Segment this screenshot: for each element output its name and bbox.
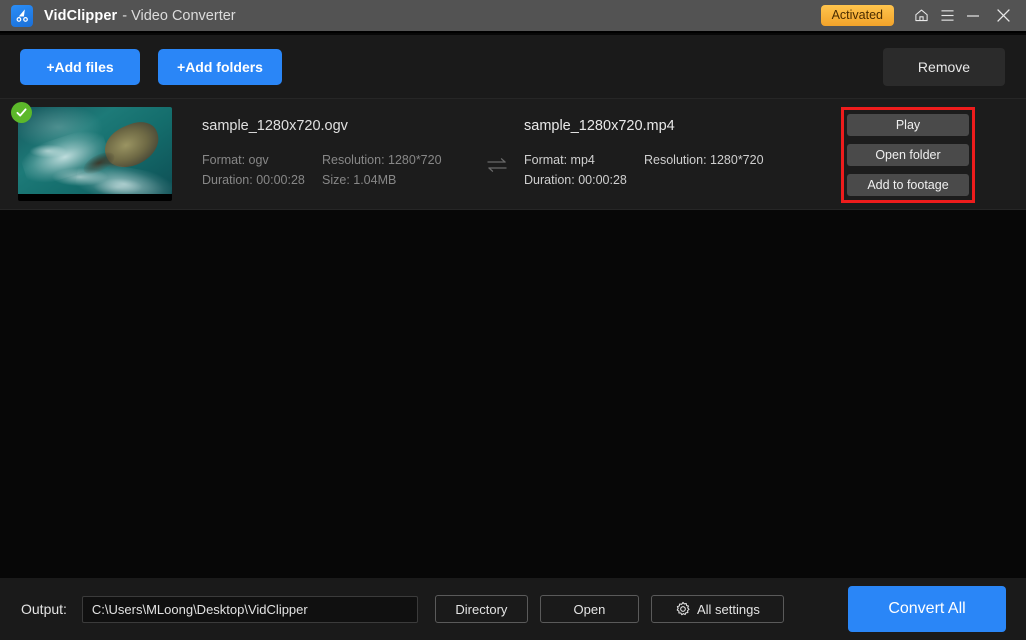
window-controls: Activated — [820, 0, 1026, 32]
add-to-footage-button[interactable]: Add to footage — [847, 174, 969, 196]
remove-button[interactable]: Remove — [883, 47, 1005, 86]
title-bar: VidClipper - Video Converter Activated — [0, 0, 1026, 33]
target-format: Format: mp4 — [524, 153, 595, 167]
output-path-input[interactable] — [81, 595, 418, 623]
minimize-icon[interactable] — [960, 0, 986, 32]
target-filename: sample_1280x720.mp4 — [524, 118, 675, 134]
check-circle-icon[interactable] — [11, 102, 32, 123]
close-icon[interactable] — [986, 0, 1020, 32]
target-resolution: Resolution: 1280*720 — [644, 153, 764, 167]
directory-button[interactable]: Directory — [434, 595, 528, 623]
source-filename: sample_1280x720.ogv — [202, 118, 348, 134]
source-meta-row-2: Duration: 00:00:28 Size: 1.04MB — [202, 170, 482, 190]
app-subtitle: - Video Converter — [122, 7, 236, 24]
source-meta-row-1: Format: ogv Resolution: 1280*720 — [202, 150, 482, 170]
gear-icon — [675, 601, 691, 617]
vidclipper-logo-icon — [11, 4, 33, 27]
row-actions-highlight: Play Open folder Add to footage — [841, 107, 975, 203]
play-button[interactable]: Play — [847, 114, 969, 136]
target-meta-row-2: Duration: 00:00:28 — [524, 170, 814, 190]
output-label: Output: — [21, 601, 67, 617]
source-duration: Duration: 00:00:28 — [202, 173, 305, 187]
table-row[interactable]: sample_1280x720.ogv Format: ogv Resoluti… — [0, 98, 1026, 210]
add-folders-button[interactable]: +Add folders — [158, 48, 282, 85]
main-toolbar: +Add files +Add folders Remove — [0, 35, 1026, 98]
add-files-button[interactable]: +Add files — [20, 48, 140, 85]
swap-arrows-icon[interactable] — [484, 152, 510, 178]
app-title: VidClipper — [44, 7, 118, 24]
source-file-info: sample_1280x720.ogv Format: ogv Resoluti… — [202, 118, 482, 190]
target-file-info: sample_1280x720.mp4 Format: mp4 Resoluti… — [524, 118, 814, 190]
convert-all-button[interactable]: Convert All — [848, 586, 1006, 632]
bottom-bar: Output: Directory Open All settings Conv… — [0, 578, 1026, 640]
source-resolution: Resolution: 1280*720 — [322, 153, 442, 167]
thumbnail-container[interactable] — [11, 102, 172, 201]
open-button[interactable]: Open — [539, 595, 639, 623]
source-format: Format: ogv — [202, 153, 269, 167]
all-settings-button[interactable]: All settings — [650, 595, 784, 623]
status-badge[interactable]: Activated — [820, 5, 894, 26]
target-duration: Duration: 00:00:28 — [524, 173, 627, 187]
file-list: sample_1280x720.ogv Format: ogv Resoluti… — [0, 98, 1026, 210]
app-window: VidClipper - Video Converter Activated +… — [0, 0, 1026, 640]
hamburger-menu-icon[interactable] — [934, 0, 960, 32]
target-meta-row-1: Format: mp4 Resolution: 1280*720 — [524, 150, 814, 170]
open-folder-button[interactable]: Open folder — [847, 144, 969, 166]
all-settings-label: All settings — [696, 601, 760, 617]
source-size: Size: 1.04MB — [322, 173, 397, 187]
aerial-ocean-coastline-thumbnail — [18, 107, 172, 201]
home-icon[interactable] — [908, 0, 934, 32]
